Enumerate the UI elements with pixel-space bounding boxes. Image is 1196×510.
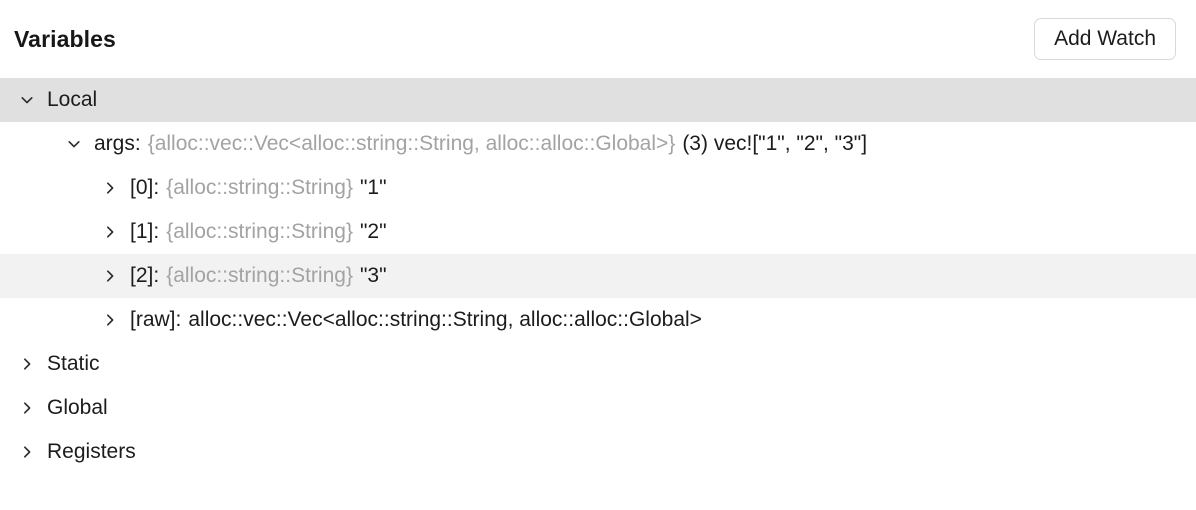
tree-row-item-2[interactable]: [2]: {alloc::string::String} "3" xyxy=(0,254,1196,298)
tree-row-value: (3) vec!["1", "2", "3"] xyxy=(682,132,868,155)
tree-row-args[interactable]: args: {alloc::vec::Vec<alloc::string::Str… xyxy=(0,122,1196,166)
tree-row-label: [0]: xyxy=(130,176,160,199)
tree-row-type: {alloc::string::String} xyxy=(166,264,353,287)
tree-row-type: {alloc::vec::Vec<alloc::string::String, … xyxy=(147,132,676,155)
tree-row-label: Local xyxy=(47,88,98,111)
tree-row-value: "1" xyxy=(359,176,387,199)
chevron-right-icon[interactable] xyxy=(99,221,121,243)
panel-header: Variables Add Watch xyxy=(0,0,1196,78)
tree-row-label: Registers xyxy=(47,440,136,463)
page-title: Variables xyxy=(14,25,116,52)
tree-row-label: [raw]: xyxy=(130,308,182,331)
add-watch-button[interactable]: Add Watch xyxy=(1034,17,1176,61)
tree-row-static[interactable]: Static xyxy=(0,342,1196,386)
chevron-right-icon[interactable] xyxy=(16,397,38,419)
chevron-right-icon[interactable] xyxy=(99,309,121,331)
tree-row-label: [2]: xyxy=(130,264,160,287)
tree-row-label: Static xyxy=(47,352,100,375)
chevron-right-icon[interactable] xyxy=(16,441,38,463)
chevron-right-icon[interactable] xyxy=(16,353,38,375)
tree-row-value: "2" xyxy=(359,220,387,243)
tree-row-type: {alloc::string::String} xyxy=(166,220,353,243)
tree-row-item-raw[interactable]: [raw]: alloc::vec::Vec<alloc::string::Str… xyxy=(0,298,1196,342)
tree-row-local[interactable]: Local xyxy=(0,78,1196,122)
chevron-down-icon[interactable] xyxy=(16,89,38,111)
chevron-right-icon[interactable] xyxy=(99,265,121,287)
tree-row-global[interactable]: Global xyxy=(0,386,1196,430)
tree-row-item-1[interactable]: [1]: {alloc::string::String} "2" xyxy=(0,210,1196,254)
chevron-right-icon[interactable] xyxy=(99,177,121,199)
tree-row-label: args: xyxy=(94,132,141,155)
variables-tree: Localargs: {alloc::vec::Vec<alloc::string… xyxy=(0,78,1196,474)
tree-row-label: Global xyxy=(47,396,108,419)
tree-row-value: "3" xyxy=(359,264,387,287)
tree-row-label: [1]: xyxy=(130,220,160,243)
tree-row-value: alloc::vec::Vec<alloc::string::String, a… xyxy=(188,308,702,331)
tree-row-type: {alloc::string::String} xyxy=(166,176,353,199)
tree-row-registers[interactable]: Registers xyxy=(0,430,1196,474)
variables-panel: Variables Add Watch Localargs: {alloc::ve… xyxy=(0,0,1196,510)
chevron-down-icon[interactable] xyxy=(63,133,85,155)
tree-row-item-0[interactable]: [0]: {alloc::string::String} "1" xyxy=(0,166,1196,210)
